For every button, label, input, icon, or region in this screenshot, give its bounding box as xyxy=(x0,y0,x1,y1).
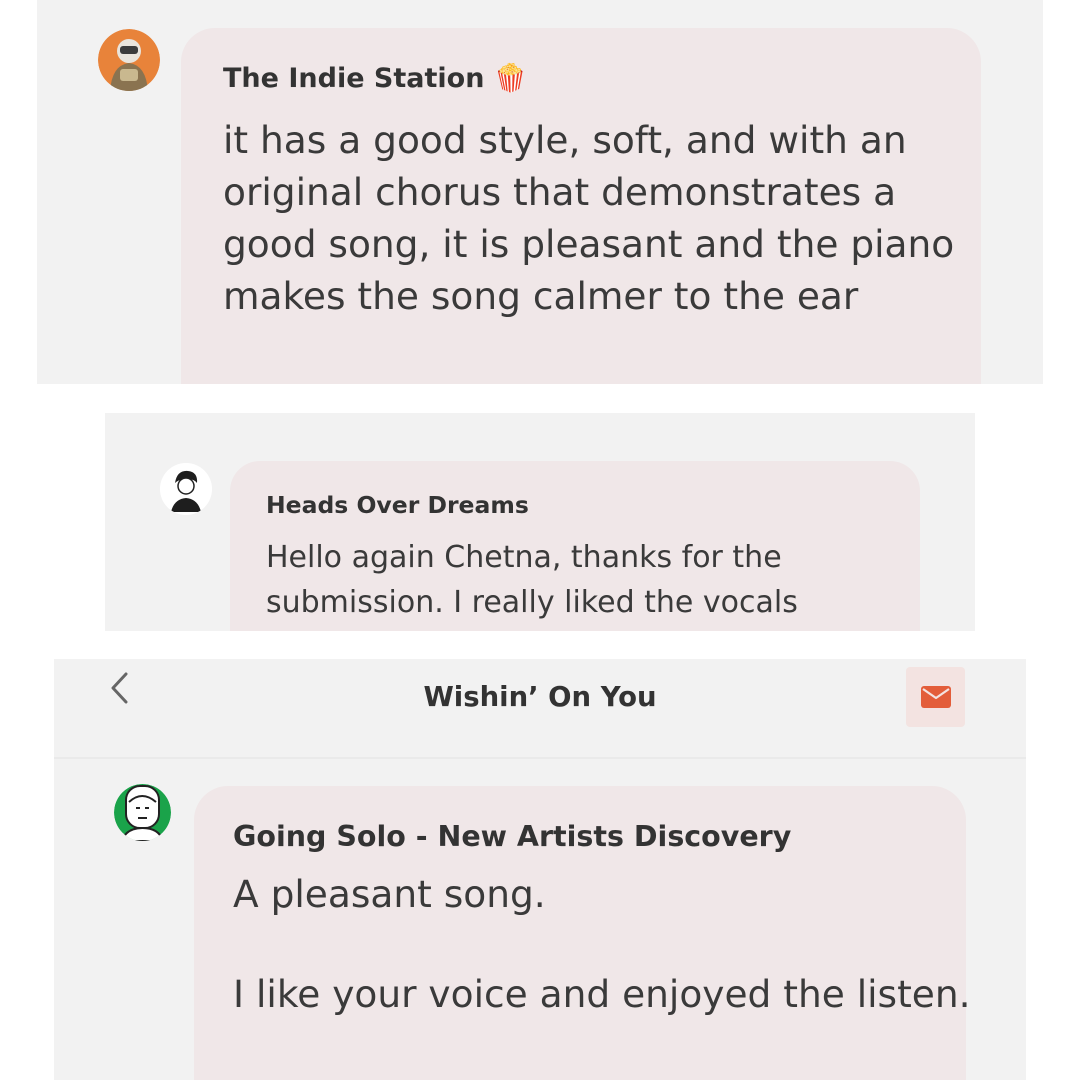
comment-panel-heads-over-dreams: Heads Over Dreams Hello again Chetna, th… xyxy=(105,413,975,631)
top-bar: Wishin’ On You xyxy=(54,659,1026,759)
sender-name[interactable]: Heads Over Dreams xyxy=(266,491,529,519)
astronaut-avatar-icon xyxy=(98,29,160,91)
message-text: A pleasant song. I like your voice and e… xyxy=(233,872,971,1016)
avatar[interactable] xyxy=(160,463,212,515)
avatar[interactable] xyxy=(98,29,160,91)
track-feedback-panel: Wishin’ On You Going Solo - New Artists … xyxy=(54,659,1026,1080)
message-text: it has a good style, soft, and with an o… xyxy=(223,118,955,318)
page-title: Wishin’ On You xyxy=(423,681,657,713)
avatar[interactable] xyxy=(114,784,171,841)
sketch-person-avatar-icon xyxy=(160,463,212,515)
line-face-avatar-icon xyxy=(114,784,171,841)
envelope-icon xyxy=(920,686,951,708)
sender-name[interactable]: The Indie Station 🍿 xyxy=(223,62,527,94)
sender-name[interactable]: Going Solo - New Artists Discovery xyxy=(233,820,791,853)
comment-panel-indie-station: The Indie Station 🍿 it has a good style,… xyxy=(37,0,1043,384)
mail-button[interactable] xyxy=(906,667,965,727)
sender-label: The Indie Station xyxy=(223,63,485,94)
message-text: Hello again Chetna, thanks for the submi… xyxy=(266,540,798,620)
popcorn-icon: 🍿 xyxy=(493,63,528,94)
